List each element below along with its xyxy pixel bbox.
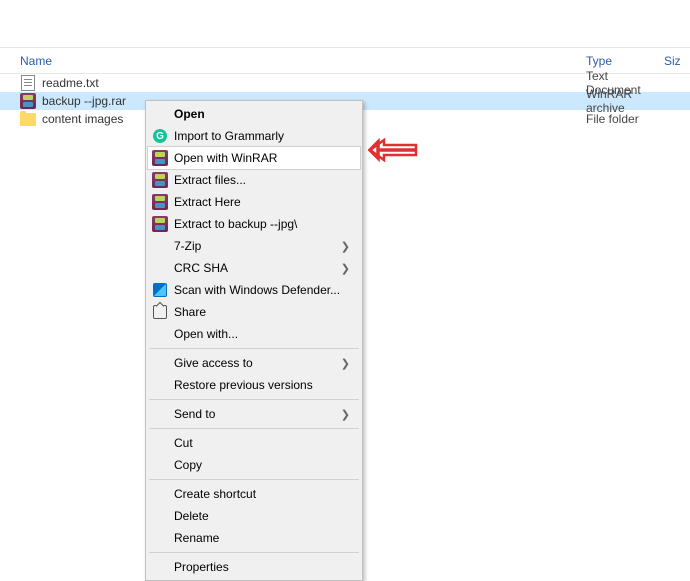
chevron-right-icon: ❯ bbox=[341, 357, 350, 370]
context-menu: Open G Import to Grammarly Open with WinRAR… bbox=[145, 100, 363, 581]
menu-item-label: Open with WinRAR bbox=[174, 151, 277, 165]
menu-item-label: Send to bbox=[174, 407, 215, 421]
defender-icon bbox=[153, 283, 167, 297]
file-name: readme.txt bbox=[42, 76, 586, 90]
menu-item-label: Extract files... bbox=[174, 173, 246, 187]
menu-item[interactable]: Open with WinRAR bbox=[148, 147, 360, 169]
menu-item[interactable]: Extract Here bbox=[148, 191, 360, 213]
menu-item[interactable]: Rename bbox=[148, 527, 360, 549]
menu-separator bbox=[149, 479, 359, 480]
menu-item-label: Rename bbox=[174, 531, 219, 545]
file-icon-slot bbox=[20, 111, 36, 127]
menu-item-label: 7-Zip bbox=[174, 239, 201, 253]
menu-item[interactable]: G Import to Grammarly bbox=[148, 125, 360, 147]
menu-item-label: Share bbox=[174, 305, 206, 319]
winrar-icon bbox=[20, 93, 36, 109]
menu-separator bbox=[149, 348, 359, 349]
menu-separator bbox=[149, 399, 359, 400]
menu-item[interactable]: Give access to ❯ bbox=[148, 352, 360, 374]
menu-item-label: CRC SHA bbox=[174, 261, 228, 275]
menu-item-label: Extract to backup --jpg\ bbox=[174, 217, 297, 231]
folder-icon bbox=[20, 113, 36, 126]
menu-item[interactable]: Extract to backup --jpg\ bbox=[148, 213, 360, 235]
chevron-right-icon: ❯ bbox=[341, 240, 350, 253]
column-size-header[interactable]: Siz bbox=[664, 54, 690, 68]
grammarly-icon: G bbox=[153, 129, 167, 143]
menu-item-icon-slot bbox=[152, 304, 168, 320]
menu-item[interactable]: Send to ❯ bbox=[148, 403, 360, 425]
menu-separator bbox=[149, 552, 359, 553]
text-file-icon bbox=[21, 75, 35, 91]
menu-item[interactable]: Scan with Windows Defender... bbox=[148, 279, 360, 301]
menu-item[interactable]: Cut bbox=[148, 432, 360, 454]
column-name-header[interactable]: Name bbox=[0, 54, 586, 68]
menu-item-label: Copy bbox=[174, 458, 202, 472]
menu-item[interactable]: Create shortcut bbox=[148, 483, 360, 505]
menu-item-label: Scan with Windows Defender... bbox=[174, 283, 340, 297]
menu-item-label: Open with... bbox=[174, 327, 238, 341]
column-type-header[interactable]: Type bbox=[586, 54, 664, 68]
menu-separator bbox=[149, 428, 359, 429]
winrar-icon bbox=[152, 150, 168, 166]
file-icon-slot bbox=[20, 93, 36, 109]
menu-item-icon-slot bbox=[152, 216, 168, 232]
menu-item-label: Cut bbox=[174, 436, 193, 450]
menu-item[interactable]: Open bbox=[148, 103, 360, 125]
menu-item[interactable]: Copy bbox=[148, 454, 360, 476]
toolbar-area bbox=[0, 0, 690, 48]
menu-item[interactable]: CRC SHA ❯ bbox=[148, 257, 360, 279]
file-type: File folder bbox=[586, 112, 664, 126]
menu-item[interactable]: Extract files... bbox=[148, 169, 360, 191]
menu-item-icon-slot bbox=[152, 194, 168, 210]
menu-item[interactable]: Properties bbox=[148, 556, 360, 578]
winrar-icon bbox=[152, 216, 168, 232]
menu-item-label: Open bbox=[174, 107, 205, 121]
menu-item[interactable]: Delete bbox=[148, 505, 360, 527]
winrar-icon bbox=[152, 172, 168, 188]
menu-item-label: Properties bbox=[174, 560, 229, 574]
menu-item-icon-slot: G bbox=[152, 128, 168, 144]
menu-item[interactable]: 7-Zip ❯ bbox=[148, 235, 360, 257]
menu-item-label: Create shortcut bbox=[174, 487, 256, 501]
menu-item-label: Extract Here bbox=[174, 195, 241, 209]
highlight-arrow-annotation bbox=[368, 138, 418, 165]
menu-item[interactable]: Open with... bbox=[148, 323, 360, 345]
file-icon-slot bbox=[20, 75, 36, 91]
share-icon bbox=[153, 305, 167, 319]
menu-item-icon-slot bbox=[152, 150, 168, 166]
winrar-icon bbox=[152, 194, 168, 210]
menu-item-icon-slot bbox=[152, 172, 168, 188]
chevron-right-icon: ❯ bbox=[341, 262, 350, 275]
chevron-right-icon: ❯ bbox=[341, 408, 350, 421]
menu-item[interactable]: Share bbox=[148, 301, 360, 323]
file-type: WinRAR archive bbox=[586, 87, 664, 115]
menu-item-label: Restore previous versions bbox=[174, 378, 313, 392]
menu-item[interactable]: Restore previous versions bbox=[148, 374, 360, 396]
menu-item-label: Import to Grammarly bbox=[174, 129, 284, 143]
menu-item-label: Give access to bbox=[174, 356, 253, 370]
menu-item-icon-slot bbox=[152, 282, 168, 298]
menu-item-label: Delete bbox=[174, 509, 209, 523]
